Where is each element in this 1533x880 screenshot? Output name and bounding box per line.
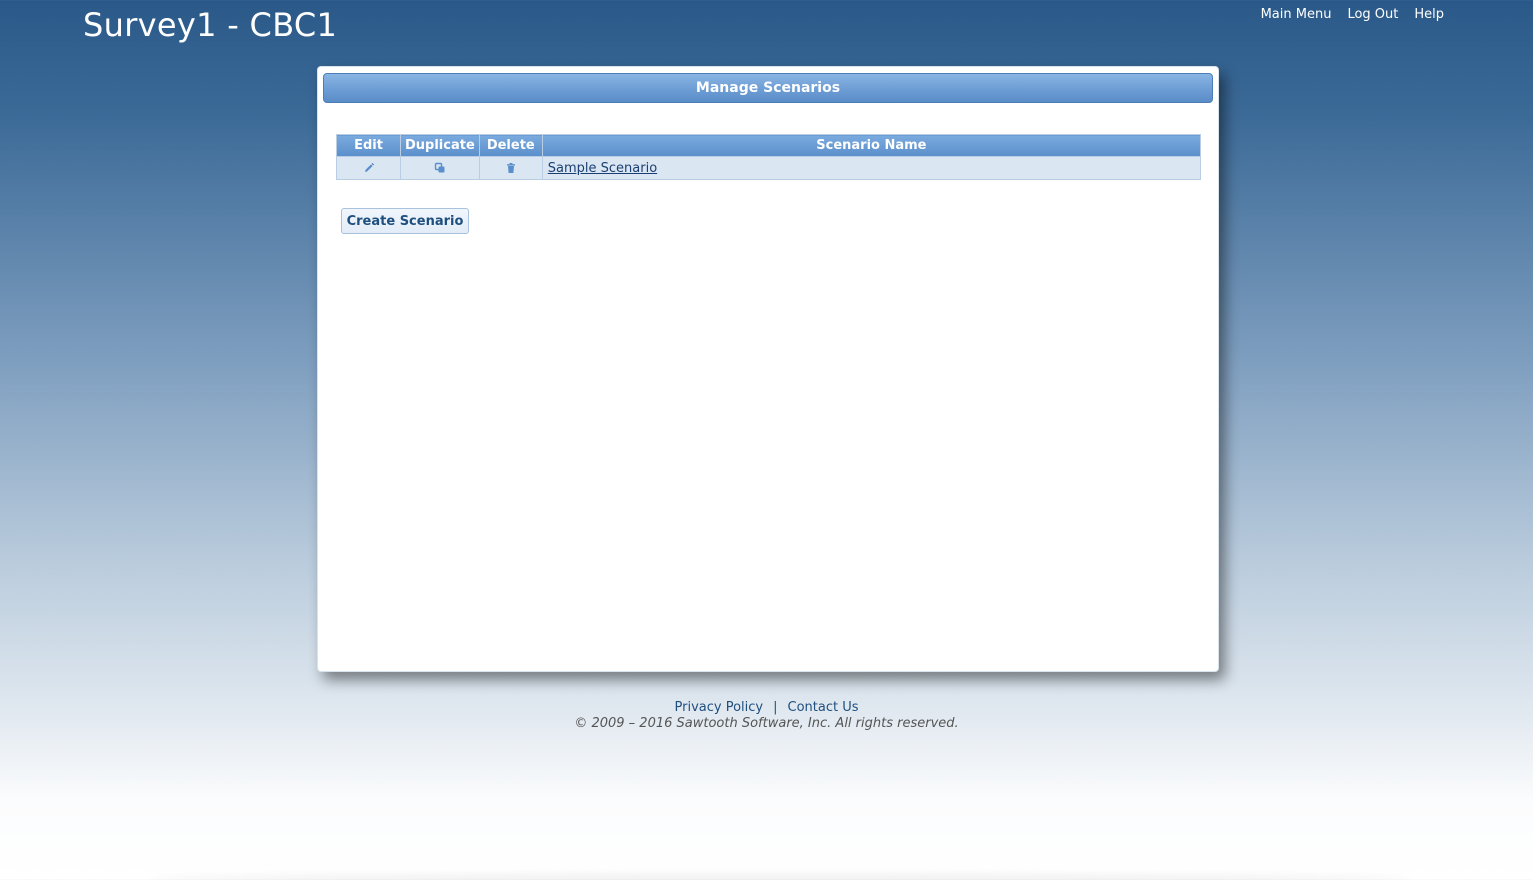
edit-cell <box>336 156 401 180</box>
column-header-scenario-name: Scenario Name <box>541 134 1202 157</box>
create-scenario-button[interactable]: Create Scenario <box>341 208 469 234</box>
table-row: Sample Scenario <box>336 156 1202 180</box>
column-header-delete: Delete <box>478 134 543 157</box>
scenario-name-cell: Sample Scenario <box>541 156 1202 180</box>
main-menu-link[interactable]: Main Menu <box>1261 7 1332 22</box>
delete-cell <box>478 156 543 180</box>
pencil-icon[interactable] <box>363 162 375 174</box>
copyright-text: © 2009 – 2016 Sawtooth Software, Inc. Al… <box>574 716 959 731</box>
footer: Privacy Policy | Contact Us © 2009 – 2016 … <box>0 700 1533 731</box>
panel-title: Manage Scenarios <box>323 73 1213 103</box>
top-nav: Main Menu Log Out Help <box>1261 7 1444 22</box>
column-header-edit: Edit <box>336 134 401 157</box>
scenario-name-link[interactable]: Sample Scenario <box>548 161 657 176</box>
duplicate-cell <box>400 156 480 180</box>
column-header-duplicate: Duplicate <box>400 134 480 157</box>
table-header-row: Edit Duplicate Delete Scenario Name <box>336 134 1202 157</box>
copy-icon[interactable] <box>434 162 446 174</box>
app-title: Survey1 - CBC1 <box>83 6 338 44</box>
help-link[interactable]: Help <box>1414 7 1444 22</box>
footer-links: Privacy Policy | Contact Us <box>0 700 1533 715</box>
log-out-link[interactable]: Log Out <box>1347 7 1398 22</box>
footer-separator: | <box>773 700 778 715</box>
trash-icon[interactable] <box>505 162 517 174</box>
bottom-shadow <box>150 874 1410 880</box>
privacy-policy-link[interactable]: Privacy Policy <box>675 700 764 715</box>
manage-scenarios-panel: Manage Scenarios Edit Duplicate Delete S… <box>317 66 1219 672</box>
contact-us-link[interactable]: Contact Us <box>788 700 859 715</box>
scenarios-table: Edit Duplicate Delete Scenario Name Samp… <box>336 134 1202 180</box>
